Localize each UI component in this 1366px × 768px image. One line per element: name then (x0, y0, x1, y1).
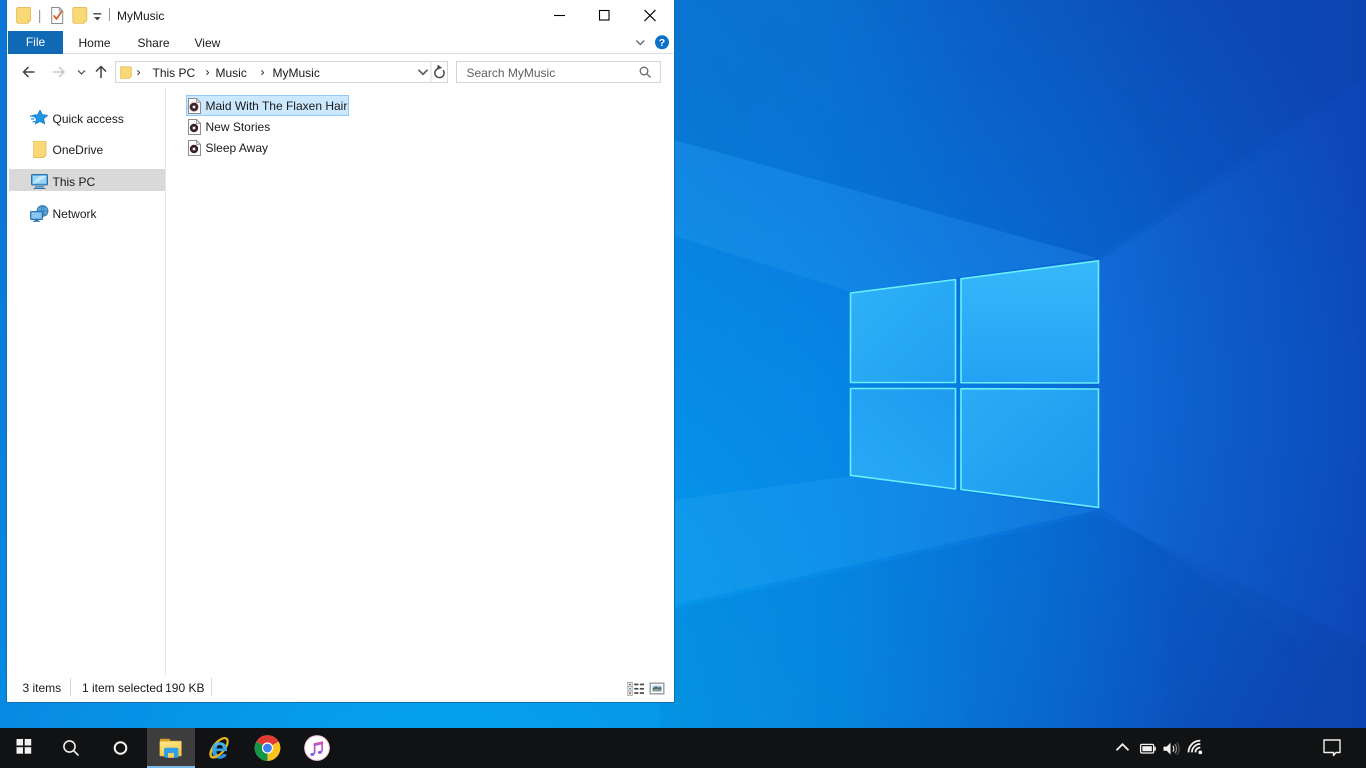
svg-text:?: ? (658, 37, 664, 49)
svg-text:e: e (211, 731, 228, 766)
